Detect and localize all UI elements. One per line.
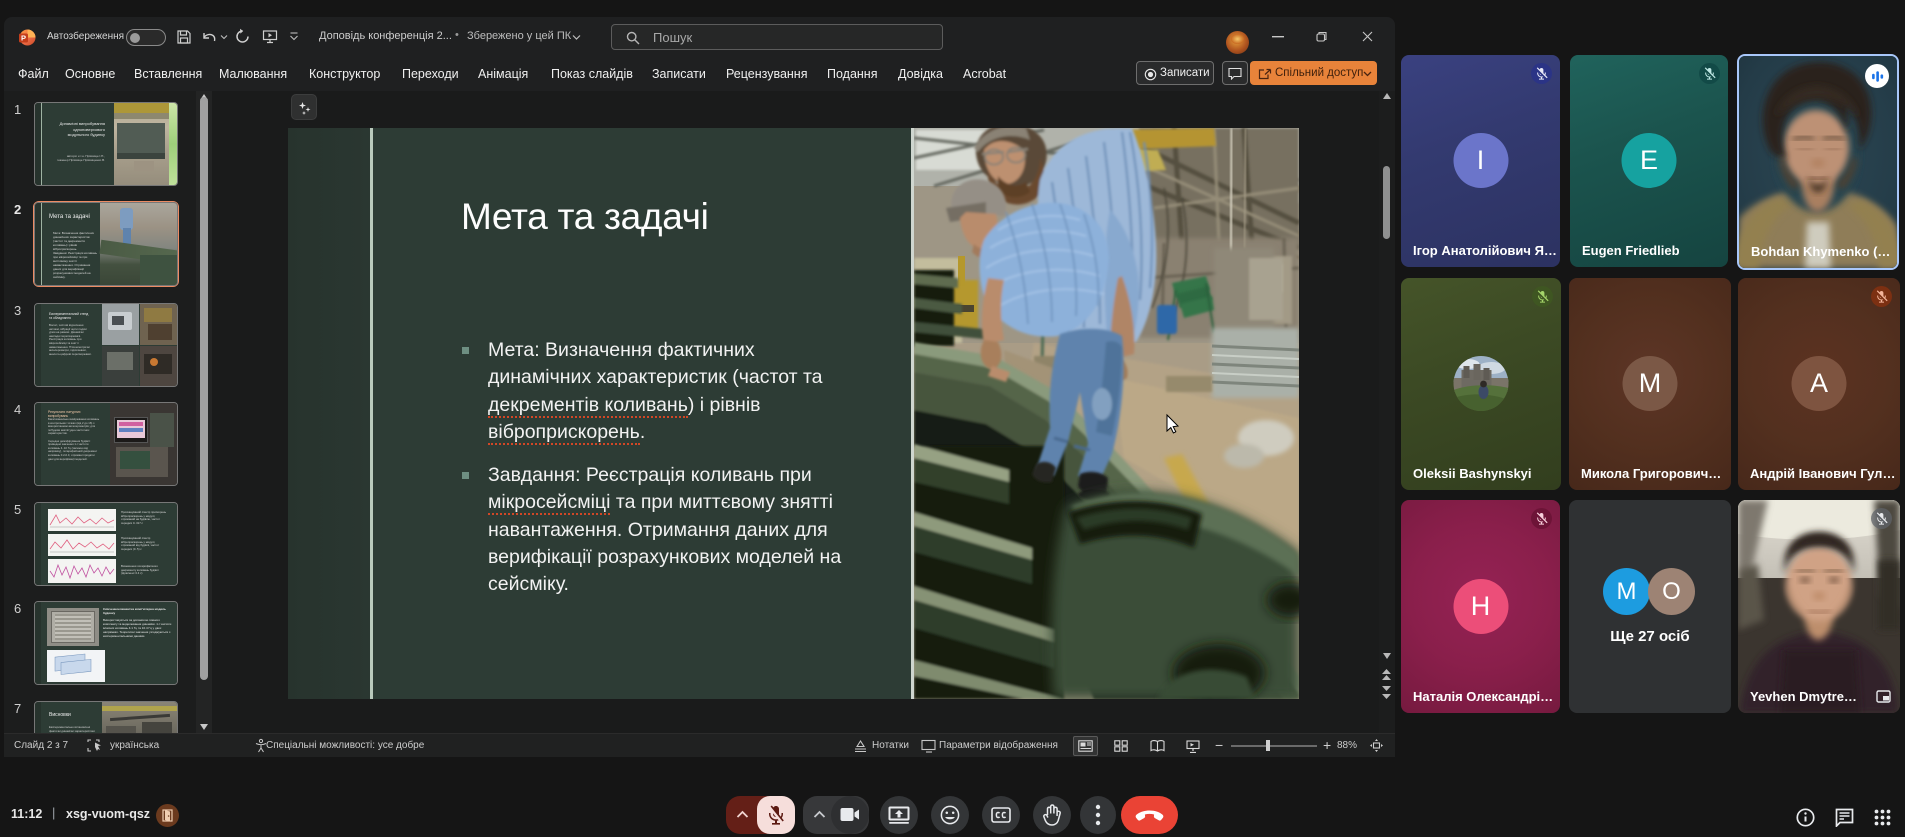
svg-text:P: P <box>21 34 26 43</box>
